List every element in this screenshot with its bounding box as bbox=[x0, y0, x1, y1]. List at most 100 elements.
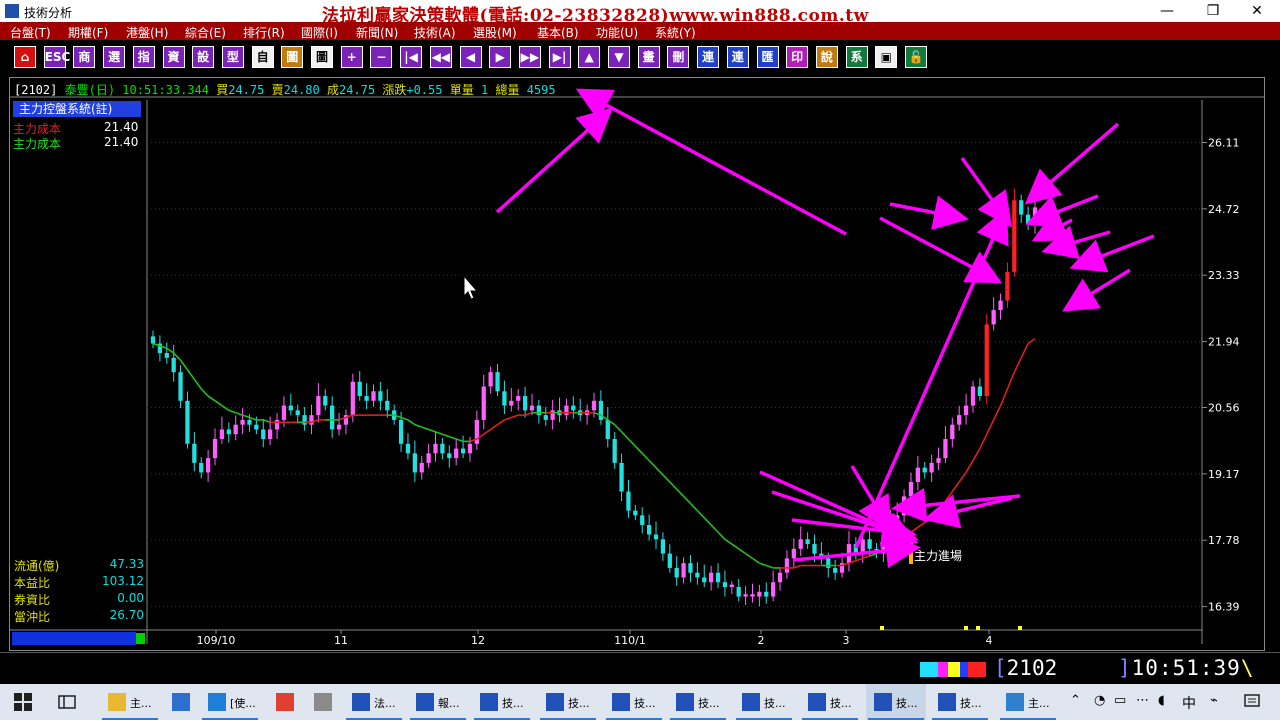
menu-overview[interactable]: 綜合(E) bbox=[185, 24, 226, 41]
toolbar-button-12[interactable]: − bbox=[370, 46, 393, 68]
notification-icon[interactable] bbox=[1244, 693, 1260, 709]
deal-label: 成 bbox=[326, 83, 339, 97]
toolbar-button-6[interactable]: 設 bbox=[192, 46, 215, 68]
taskbar-item[interactable]: 技... bbox=[734, 684, 794, 720]
taskbar-item-label: 法... bbox=[374, 697, 396, 710]
menu-ranking[interactable]: 排行(R) bbox=[243, 24, 285, 41]
keyboard-icon[interactable]: ⌁ bbox=[1210, 693, 1218, 708]
menu-news[interactable]: 新聞(N) bbox=[356, 24, 398, 41]
toolbar-button-0[interactable]: ⌂ bbox=[14, 46, 36, 68]
toolbar-button-8[interactable]: 自 bbox=[251, 46, 274, 68]
deal-price: 24.75 bbox=[338, 83, 376, 97]
restore-button[interactable]: ❐ bbox=[1190, 0, 1236, 22]
taskbar-item[interactable]: 主... bbox=[998, 684, 1058, 720]
daytrade-ratio-value: 26.70 bbox=[109, 608, 144, 622]
taskbar-item[interactable] bbox=[306, 684, 340, 720]
taskbar-item-label: 技... bbox=[698, 697, 720, 710]
taskbar-item-label: 技... bbox=[896, 697, 918, 710]
taskbar-item[interactable]: 技... bbox=[800, 684, 860, 720]
toolbar-button-27[interactable]: 說 bbox=[815, 46, 838, 68]
buy-price: 24.75 bbox=[228, 83, 265, 97]
taskbar-item[interactable]: 技... bbox=[866, 684, 926, 720]
toolbar-button-7[interactable]: 型 bbox=[221, 46, 244, 68]
battery-icon[interactable]: ▭ bbox=[1114, 693, 1126, 708]
taskbar-item[interactable]: [使... bbox=[200, 684, 260, 720]
chart-app-icon bbox=[808, 693, 826, 711]
toolbar-button-28[interactable]: 系 bbox=[845, 46, 868, 68]
ime-indicator[interactable]: 中 bbox=[1182, 693, 1196, 713]
taskbar-item[interactable]: 法... bbox=[344, 684, 404, 720]
menu-international[interactable]: 國際(I) bbox=[301, 24, 338, 41]
taskbar-item[interactable]: 技... bbox=[668, 684, 728, 720]
menu-technical[interactable]: 技術(A) bbox=[414, 24, 456, 41]
indicator-panel-title[interactable]: 主力控盤系統(註) bbox=[13, 101, 141, 117]
toolbar-button-4[interactable]: 指 bbox=[132, 46, 155, 68]
toolbar-button-10[interactable]: 圖 bbox=[311, 46, 333, 68]
toolbar-button-29[interactable]: ▣ bbox=[875, 46, 898, 68]
taskbar-item-label: 技... bbox=[830, 697, 852, 710]
taskbar-item[interactable]: 技... bbox=[930, 684, 990, 720]
stock-name: 泰豐(日) bbox=[64, 83, 116, 97]
chart-app-icon bbox=[938, 693, 956, 711]
taskbar-item[interactable] bbox=[164, 684, 198, 720]
toolbar-button-24[interactable]: 連 bbox=[726, 46, 749, 68]
main-cost-value-red: 21.40 bbox=[104, 120, 139, 134]
taskbar-item-label: 技... bbox=[634, 697, 656, 710]
taskbar-item-label: 主... bbox=[1028, 697, 1050, 710]
tray-overflow-icon[interactable]: ⌃ bbox=[1070, 693, 1081, 708]
taskbar-item-label: 技... bbox=[764, 697, 786, 710]
toolbar-button-17[interactable]: ▶▶ bbox=[518, 46, 541, 68]
toolbar-button-20[interactable]: ▼ bbox=[608, 46, 630, 68]
toolbar-button-26[interactable]: 印 bbox=[786, 46, 809, 68]
toolbar-button-30[interactable]: 🔓 bbox=[905, 46, 927, 68]
taskbar-item[interactable] bbox=[268, 684, 302, 720]
volume-icon[interactable]: ◖ bbox=[1158, 693, 1165, 708]
taskbar-item-label: 技... bbox=[960, 697, 982, 710]
menu-taiwan[interactable]: 台盤(T) bbox=[10, 24, 51, 41]
tray-app-icon[interactable]: ◔ bbox=[1094, 693, 1105, 708]
task-view-icon[interactable] bbox=[58, 693, 76, 711]
close-button[interactable]: ✕ bbox=[1234, 0, 1280, 22]
menu-futures[interactable]: 期權(F) bbox=[68, 24, 108, 41]
daytrade-ratio-label: 當沖比 bbox=[14, 610, 51, 624]
taskbar-item[interactable]: 主... bbox=[100, 684, 160, 720]
toolbar-button-16[interactable]: ▶ bbox=[489, 46, 512, 68]
taskbar-item[interactable]: 技... bbox=[604, 684, 664, 720]
quote-bar: [2102] 泰豐(日) 10:51:33.344 買24.75 賣24.80 … bbox=[14, 81, 556, 98]
title-bar: 技術分析 法拉利贏家決策軟體(電話:02-23832828)www.win888… bbox=[0, 0, 1280, 26]
menu-fundamental[interactable]: 基本(B) bbox=[537, 24, 579, 41]
toolbar-button-1[interactable]: ESC bbox=[43, 46, 70, 68]
unit-volume-label: 單量 bbox=[449, 83, 474, 97]
change-label: 漲跌 bbox=[382, 83, 407, 97]
toolbar-button-25[interactable]: 匯 bbox=[756, 46, 779, 68]
toolbar-button-9[interactable]: 圖 bbox=[281, 46, 304, 68]
sell-label: 賣 bbox=[271, 83, 284, 97]
menu-hongkong[interactable]: 港盤(H) bbox=[126, 24, 168, 41]
toolbar-button-19[interactable]: ▲ bbox=[578, 46, 601, 68]
chart-app-icon bbox=[676, 693, 694, 711]
toolbar-button-23[interactable]: 連 bbox=[697, 46, 720, 68]
taskbar-item[interactable]: 技... bbox=[472, 684, 532, 720]
toolbar-button-15[interactable]: ◀ bbox=[459, 46, 482, 68]
toolbar-button-13[interactable]: |◀ bbox=[400, 46, 423, 68]
toolbar-button-22[interactable]: 刪 bbox=[667, 46, 690, 68]
wifi-icon[interactable]: ⋯ bbox=[1136, 693, 1149, 708]
minimize-button[interactable]: — bbox=[1144, 0, 1190, 22]
short-margin-label: 券資比 bbox=[14, 593, 51, 607]
window-title: 技術分析 bbox=[24, 6, 73, 20]
toolbar-button-21[interactable]: 畫 bbox=[637, 46, 660, 68]
toolbar-button-14[interactable]: ◀◀ bbox=[429, 46, 452, 68]
taskbar-item[interactable]: 技... bbox=[538, 684, 598, 720]
toolbar-button-18[interactable]: ▶| bbox=[548, 46, 571, 68]
toolbar-button-2[interactable]: 商 bbox=[73, 46, 96, 68]
windows-start-icon[interactable] bbox=[14, 693, 32, 711]
menu-system[interactable]: 系統(Y) bbox=[655, 24, 696, 41]
toolbar-button-11[interactable]: + bbox=[340, 46, 363, 68]
menu-function[interactable]: 功能(U) bbox=[596, 24, 638, 41]
toolbar-button-3[interactable]: 選 bbox=[103, 46, 126, 68]
taskbar-item[interactable]: 報... bbox=[408, 684, 468, 720]
menu-screener[interactable]: 選股(M) bbox=[473, 24, 517, 41]
quote-time: 10:51:33.344 bbox=[122, 83, 209, 97]
toolbar-button-5[interactable]: 資 bbox=[162, 46, 185, 68]
chart-app-icon bbox=[546, 693, 564, 711]
